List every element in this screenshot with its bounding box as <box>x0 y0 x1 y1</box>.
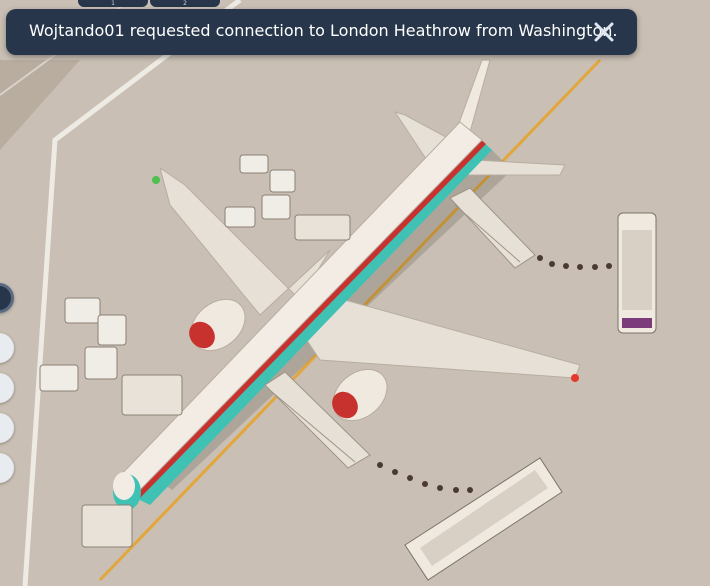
top-tab-right-label: 2 <box>183 0 187 7</box>
close-icon <box>594 22 614 42</box>
notification-message: Wojtando01 requested connection to Londo… <box>29 21 618 40</box>
apron-bus-right <box>617 212 657 334</box>
top-tab-left-label: 1 <box>111 0 115 7</box>
top-tab-left[interactable]: 1 <box>78 0 148 7</box>
nav-light-green <box>152 176 160 184</box>
notification-toast: Wojtando01 requested connection to Londo… <box>6 9 637 55</box>
airport-apron-scene <box>0 0 710 586</box>
close-button[interactable] <box>591 19 617 45</box>
top-tab-right[interactable]: 2 <box>150 0 220 7</box>
nav-light-red <box>571 374 579 382</box>
